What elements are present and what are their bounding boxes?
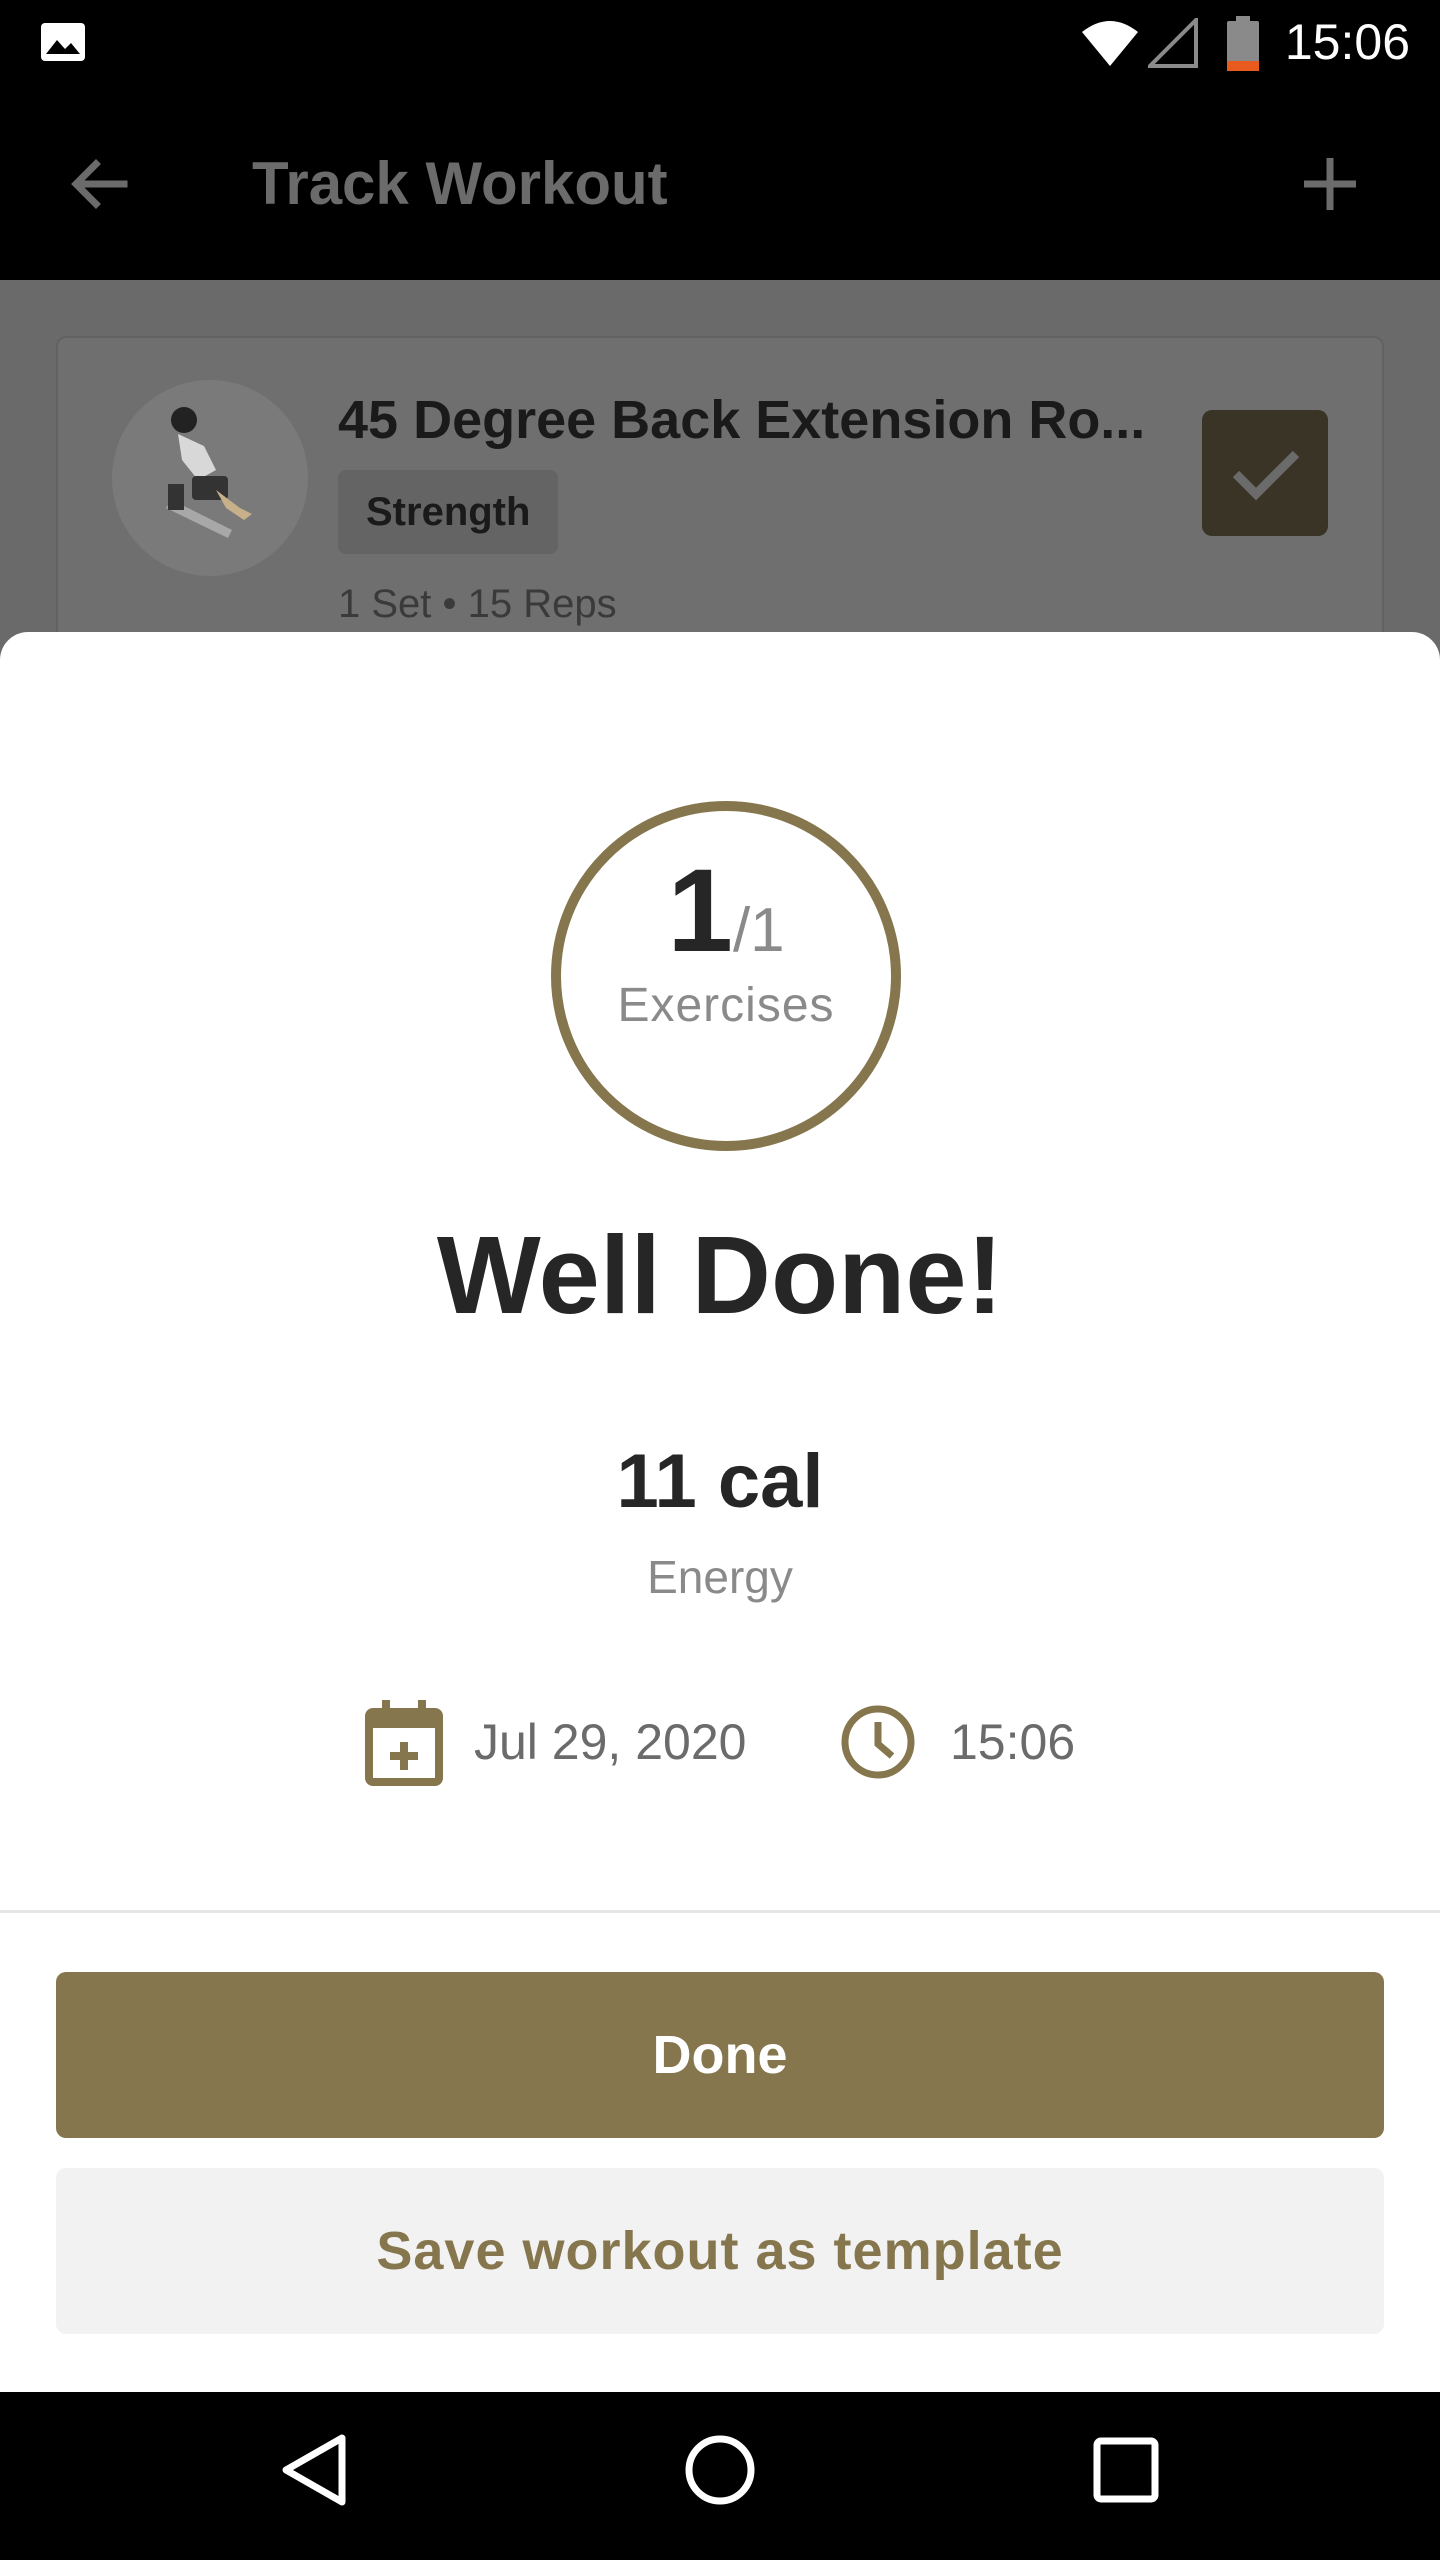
exercise-category-tag: Strength [338, 470, 559, 554]
progress-count: 1/1 [550, 852, 902, 970]
system-nav-bar [0, 2392, 1440, 2560]
energy-label: Energy [647, 1551, 793, 1603]
headline: Well Done! [436, 1214, 1004, 1337]
nav-home-icon[interactable] [680, 2430, 760, 2510]
exercise-name: 45 Degree Back Extension Ro... [338, 390, 1146, 450]
energy-value: 11 cal [616, 1439, 824, 1524]
workout-date: Jul 29, 2020 [474, 1714, 747, 1770]
add-icon[interactable] [1290, 144, 1370, 224]
status-time: 15:06 [1284, 14, 1410, 70]
workout-list-background: 45 Degree Back Extension Ro... Strength … [0, 280, 1440, 736]
wifi-icon [1082, 21, 1138, 66]
workout-complete-sheet: 1/1 Exercises Well Done! 11 cal Energy J… [0, 632, 1440, 2392]
check-icon [1232, 450, 1300, 501]
clock-icon [841, 1705, 915, 1779]
progress-label: Exercises [617, 979, 835, 1032]
gallery-icon [41, 23, 85, 61]
done-button[interactable]: Done [56, 1972, 1384, 2138]
workout-time: 15:06 [950, 1714, 1076, 1770]
calendar-add-icon [365, 1700, 443, 1786]
exercise-sets-reps: 1 Set • 15 Reps [338, 582, 617, 626]
nav-back-icon[interactable] [276, 2430, 356, 2510]
exercise-figure-icon [166, 407, 252, 538]
page-title: Track Workout [252, 150, 668, 217]
total-count: /1 [732, 896, 785, 965]
exercise-complete-checkbox[interactable] [1202, 410, 1328, 536]
completed-count: 1 [667, 845, 733, 977]
workout-datetime: Jul 29, 2020 15:06 [0, 1692, 1440, 1792]
back-arrow-icon[interactable] [60, 144, 140, 224]
app-bar: Track Workout [0, 84, 1440, 280]
nav-recents-icon[interactable] [1086, 2430, 1166, 2510]
signal-icon [1148, 18, 1198, 68]
save-template-button[interactable]: Save workout as template [56, 2168, 1384, 2334]
status-bar: 15:06 [0, 0, 1440, 84]
exercise-thumbnail [112, 380, 308, 576]
battery-icon [1227, 16, 1259, 71]
divider [0, 1910, 1440, 1913]
